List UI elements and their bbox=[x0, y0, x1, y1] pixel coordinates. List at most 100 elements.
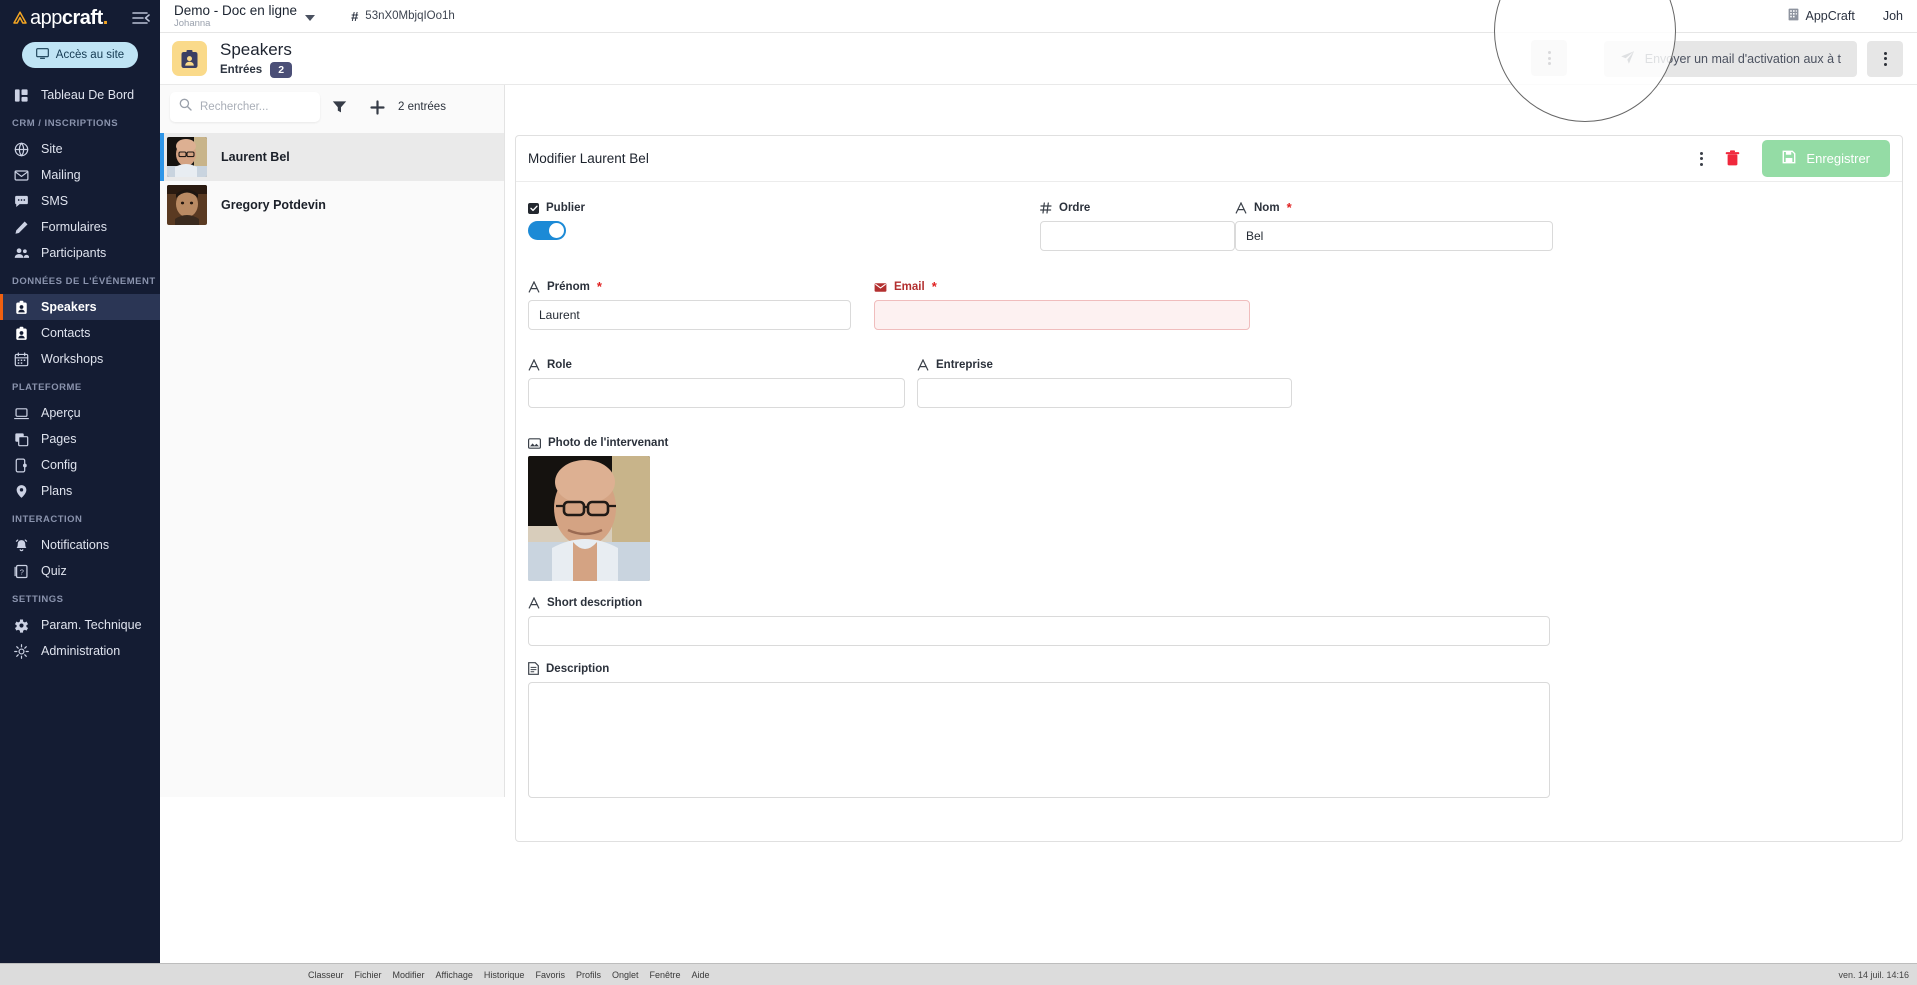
sidebar-item-label: Pages bbox=[41, 432, 76, 446]
field-email: Email * bbox=[874, 281, 1250, 330]
people-icon bbox=[14, 246, 29, 261]
sidebar-collapse-icon[interactable] bbox=[132, 11, 150, 25]
bell-icon bbox=[14, 538, 29, 553]
access-site-wrap: Accès au site bbox=[0, 36, 160, 82]
os-menu-item[interactable]: Favoris bbox=[535, 970, 565, 980]
short-description-input[interactable] bbox=[528, 616, 1550, 646]
filter-icon[interactable] bbox=[320, 100, 358, 114]
hash-icon: # bbox=[351, 9, 358, 24]
role-input[interactable] bbox=[528, 378, 905, 408]
prenom-input[interactable] bbox=[528, 300, 851, 330]
text-icon bbox=[528, 597, 540, 609]
sidebar-section-title: SETTINGS bbox=[0, 584, 160, 612]
form-more-button[interactable] bbox=[1700, 152, 1703, 166]
sidebar-item-sms[interactable]: SMS bbox=[0, 188, 160, 214]
page-header-actions: Envoyer un mail d'activation aux à t bbox=[1604, 41, 1903, 77]
sidebar-item-label: Notifications bbox=[41, 538, 109, 552]
sidebar-item-plans[interactable]: Plans bbox=[0, 478, 160, 504]
short-description-label-row: Short description bbox=[528, 597, 1882, 609]
access-site-button[interactable]: Accès au site bbox=[22, 42, 138, 68]
sidebar-item-mailing[interactable]: Mailing bbox=[0, 162, 160, 188]
text-icon bbox=[528, 281, 540, 293]
search-box[interactable] bbox=[170, 92, 320, 122]
sidebar-item-notifications[interactable]: Notifications bbox=[0, 532, 160, 558]
ordre-input[interactable] bbox=[1040, 221, 1235, 251]
list-item[interactable]: Gregory Potdevin bbox=[160, 181, 504, 229]
sidebar-item-label: Administration bbox=[41, 644, 120, 658]
speaker-photo-preview[interactable] bbox=[528, 456, 650, 581]
sidebar-item-label: Config bbox=[41, 458, 77, 472]
os-menu-item[interactable]: Aide bbox=[692, 970, 710, 980]
os-menu-item[interactable]: Fichier bbox=[355, 970, 382, 980]
sidebar-item-workshops[interactable]: Workshops bbox=[0, 346, 160, 372]
sidebar-item-tableau-de-bord[interactable]: Tableau De Bord bbox=[0, 82, 160, 108]
sidebar-item-param-technique[interactable]: Param. Technique bbox=[0, 612, 160, 638]
os-menu-item[interactable]: Onglet bbox=[612, 970, 639, 980]
field-description: Description bbox=[528, 662, 1882, 803]
save-entry-button[interactable]: Enregistrer bbox=[1762, 140, 1890, 177]
checkbox-icon[interactable] bbox=[528, 203, 539, 214]
chevron-down-icon[interactable] bbox=[305, 15, 315, 21]
form-row-3: Role Entreprise bbox=[528, 359, 1882, 420]
send-icon bbox=[1620, 50, 1635, 68]
entreprise-label: Entreprise bbox=[936, 359, 993, 371]
sidebar-brand-row: appcraft. bbox=[0, 0, 160, 36]
project-selector[interactable]: Demo - Doc en ligne Johanna bbox=[174, 4, 315, 29]
sidebar-item-contacts[interactable]: Contacts bbox=[0, 320, 160, 346]
sidebar-item-speakers[interactable]: Speakers bbox=[0, 294, 160, 320]
user-menu[interactable]: Joh bbox=[1883, 9, 1903, 23]
entry-form-pane: Modifier Laurent Bel Enregistrer bbox=[505, 85, 1917, 797]
ordre-label: Ordre bbox=[1059, 202, 1090, 214]
svg-text:?: ? bbox=[20, 567, 24, 576]
required-marker: * bbox=[1287, 204, 1292, 212]
project-owner: Johanna bbox=[174, 18, 297, 29]
os-menu-item[interactable]: Modifier bbox=[393, 970, 425, 980]
search-input[interactable] bbox=[200, 101, 311, 113]
description-label-row: Description bbox=[528, 662, 1882, 675]
os-taskbar: Classeur Fichier Modifier Affichage Historiq… bbox=[0, 963, 1917, 985]
appcraft-logo[interactable]: appcraft. bbox=[12, 7, 108, 30]
prenom-label-row: Prénom * bbox=[528, 281, 851, 293]
envelope-icon bbox=[14, 168, 29, 183]
sidebar-item-site[interactable]: Site bbox=[0, 136, 160, 162]
role-label: Role bbox=[547, 359, 572, 371]
os-menu-item[interactable]: Classeur bbox=[308, 970, 344, 980]
sidebar-item-quiz[interactable]: ?Quiz bbox=[0, 558, 160, 584]
os-menu-item[interactable]: Profils bbox=[576, 970, 601, 980]
nom-input[interactable] bbox=[1235, 221, 1553, 251]
send-activation-mail-button[interactable]: Envoyer un mail d'activation aux à t bbox=[1604, 41, 1857, 77]
entreprise-input[interactable] bbox=[917, 378, 1292, 408]
os-menu-item[interactable]: Affichage bbox=[436, 970, 473, 980]
sidebar-item-label: Param. Technique bbox=[41, 618, 142, 632]
number-icon bbox=[1040, 202, 1052, 214]
field-prenom: Prénom * bbox=[528, 281, 851, 330]
add-entry-icon[interactable] bbox=[358, 100, 396, 115]
sidebar-item-aper-u[interactable]: Aperçu bbox=[0, 400, 160, 426]
calendar-icon bbox=[14, 352, 29, 367]
sidebar-item-label: Mailing bbox=[41, 168, 81, 182]
avatar bbox=[167, 137, 207, 177]
highlighted-more-button[interactable] bbox=[1531, 40, 1567, 76]
search-icon bbox=[179, 98, 192, 116]
entry-form-card: Modifier Laurent Bel Enregistrer bbox=[515, 135, 1903, 842]
sidebar-item-administration[interactable]: Administration bbox=[0, 638, 160, 664]
os-menu-item[interactable]: Historique bbox=[484, 970, 525, 980]
publier-toggle[interactable] bbox=[528, 221, 566, 240]
sidebar-item-participants[interactable]: Participants bbox=[0, 240, 160, 266]
email-input[interactable] bbox=[874, 300, 1250, 330]
form-row-1: Publier Ordre Nom bbox=[528, 202, 1882, 263]
description-textarea[interactable] bbox=[528, 682, 1550, 798]
sidebar-section-title: CRM / INSCRIPTIONS bbox=[0, 108, 160, 136]
organization-selector[interactable]: AppCraft bbox=[1788, 8, 1855, 24]
list-item[interactable]: Laurent Bel bbox=[160, 133, 504, 181]
brand-text: appcraft. bbox=[30, 7, 108, 30]
page-header-more-button[interactable] bbox=[1867, 41, 1903, 77]
delete-entry-button[interactable] bbox=[1725, 150, 1740, 167]
text-icon bbox=[917, 359, 929, 371]
sidebar-item-formulaires[interactable]: Formulaires bbox=[0, 214, 160, 240]
sidebar-item-config[interactable]: Config bbox=[0, 452, 160, 478]
sidebar-item-pages[interactable]: Pages bbox=[0, 426, 160, 452]
entries-label: Entrées bbox=[220, 64, 262, 76]
os-menu-item[interactable]: Fenêtre bbox=[650, 970, 681, 980]
project-name: Demo - Doc en ligne bbox=[174, 4, 297, 18]
